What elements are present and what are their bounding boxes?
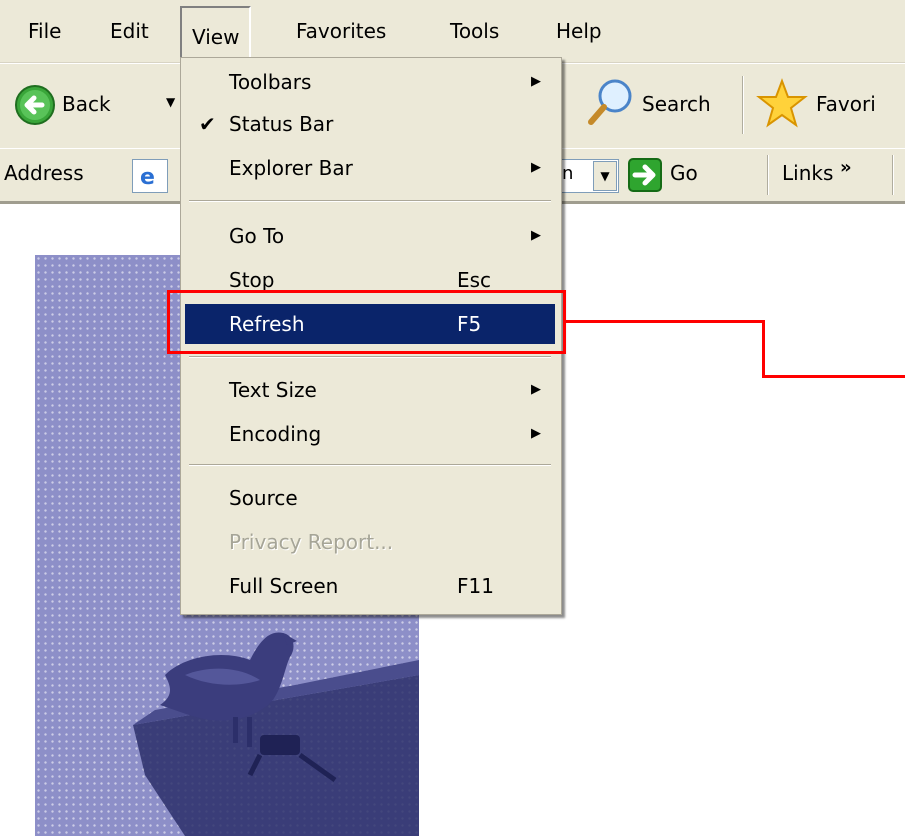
menu-separator (189, 356, 551, 358)
menu-item-label: Status Bar (229, 112, 334, 136)
menu-item-text-size[interactable]: Text Size ▶ (185, 370, 555, 410)
menu-item-shortcut: F11 (457, 574, 494, 598)
back-arrow-icon[interactable] (14, 84, 56, 131)
menu-item-label: Text Size (229, 378, 317, 402)
back-button-label[interactable]: Back (62, 92, 111, 116)
menu-item-label: Encoding (229, 422, 322, 446)
menu-separator (189, 200, 551, 202)
submenu-arrow-icon: ▶ (531, 74, 541, 89)
menu-bar: File Edit View Favorites Tools Help (0, 0, 905, 63)
links-divider (892, 155, 894, 195)
menu-item-full-screen[interactable]: Full Screen F11 (185, 566, 555, 606)
menu-view[interactable]: View (180, 6, 252, 60)
address-label: Address (4, 161, 84, 185)
callout-line-horizontal-1 (566, 320, 764, 323)
menu-favorites[interactable]: Favorites (286, 14, 396, 48)
callout-line-horizontal-2 (762, 375, 905, 378)
search-button-label[interactable]: Search (642, 92, 711, 116)
menu-tools[interactable]: Tools (440, 14, 509, 48)
menu-item-status-bar[interactable]: ✔ Status Bar (185, 104, 555, 144)
menu-item-label: Privacy Report... (229, 530, 394, 554)
links-label[interactable]: Links (782, 161, 833, 185)
menu-separator (189, 464, 551, 466)
menu-item-explorer-bar[interactable]: Explorer Bar ▶ (185, 148, 555, 188)
menu-file[interactable]: File (18, 14, 71, 48)
menu-item-go-to[interactable]: Go To ▶ (185, 216, 555, 256)
submenu-arrow-icon: ▶ (531, 382, 541, 397)
links-chevron-icon[interactable]: » (840, 157, 852, 178)
menu-help[interactable]: Help (546, 14, 612, 48)
go-arrow-icon[interactable] (628, 158, 662, 197)
address-dropdown-icon[interactable]: ▼ (593, 161, 617, 191)
favorites-star-icon[interactable] (756, 78, 808, 135)
toolbar-divider (742, 76, 744, 134)
menu-item-encoding[interactable]: Encoding ▶ (185, 414, 555, 454)
menu-item-label: Source (229, 486, 298, 510)
submenu-arrow-icon: ▶ (531, 160, 541, 175)
menu-edit[interactable]: Edit (100, 14, 159, 48)
menu-item-label: Toolbars (229, 70, 312, 94)
menu-item-source[interactable]: Source (185, 478, 555, 518)
search-icon[interactable] (585, 76, 635, 133)
refresh-highlight-annotation (167, 290, 566, 354)
menu-item-label: Go To (229, 224, 285, 248)
address-divider (767, 155, 769, 195)
back-dropdown-icon[interactable]: ▼ (166, 95, 175, 109)
menu-item-toolbars[interactable]: Toolbars ▶ (185, 62, 555, 102)
submenu-arrow-icon: ▶ (531, 426, 541, 441)
checkmark-icon: ✔ (199, 112, 216, 136)
callout-line-vertical (762, 320, 765, 378)
address-input[interactable]: n ▼ (560, 159, 619, 193)
menu-item-privacy-report: Privacy Report... (185, 522, 555, 562)
address-text-fragment: n (562, 163, 574, 184)
favorites-button-label[interactable]: Favori (816, 92, 876, 116)
svg-text:e: e (140, 165, 155, 190)
ie-page-icon: e (132, 159, 168, 193)
menu-item-label: Full Screen (229, 574, 339, 598)
go-button-label[interactable]: Go (670, 161, 698, 185)
submenu-arrow-icon: ▶ (531, 228, 541, 243)
menu-item-label: Explorer Bar (229, 156, 353, 180)
